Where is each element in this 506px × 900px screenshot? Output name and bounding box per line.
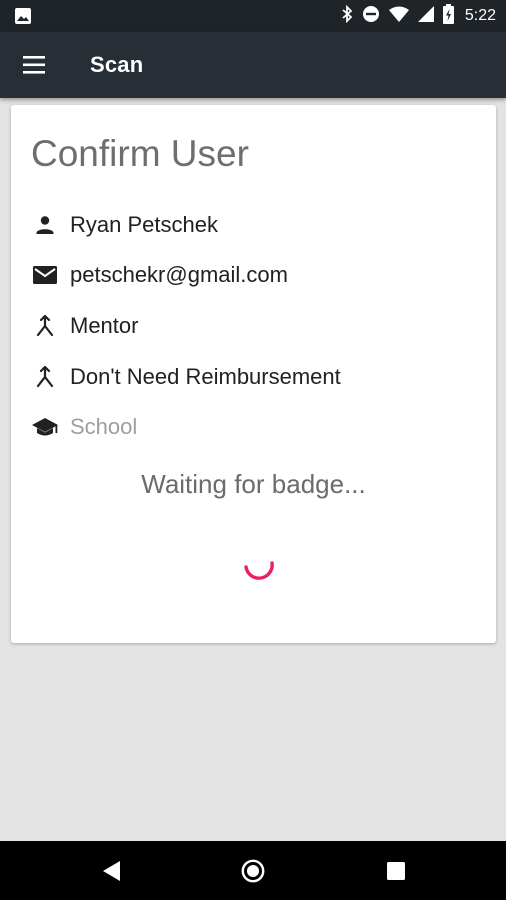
bluetooth-icon bbox=[341, 4, 353, 28]
user-name: Ryan Petschek bbox=[70, 212, 218, 237]
confirm-user-card: Confirm User Ryan Petschek petschekr@gma… bbox=[11, 105, 496, 643]
waiting-status-text: Waiting for badge... bbox=[141, 469, 366, 499]
detail-row-email: petschekr@gmail.com bbox=[31, 260, 288, 290]
detail-row-role: Mentor bbox=[31, 311, 138, 341]
app-bar-title: Scan bbox=[90, 52, 144, 77]
wifi-icon bbox=[388, 6, 409, 27]
status-time: 5:22 bbox=[464, 7, 496, 24]
recents-icon[interactable] bbox=[383, 858, 409, 884]
status-bar: 5:22 bbox=[0, 0, 506, 32]
user-reimbursement: Don't Need Reimbursement bbox=[70, 364, 341, 389]
status-icons: 5:22 bbox=[341, 0, 496, 32]
email-icon bbox=[31, 261, 59, 289]
loading-spinner bbox=[238, 541, 278, 581]
app-bar: Scan bbox=[0, 32, 506, 98]
detail-row-school: School bbox=[31, 412, 137, 442]
merge-icon bbox=[31, 312, 59, 340]
user-role: Mentor bbox=[70, 313, 139, 338]
card-title: Confirm User bbox=[31, 133, 249, 174]
user-email: petschekr@gmail.com bbox=[70, 262, 288, 287]
school-icon bbox=[31, 413, 59, 441]
navigation-bar bbox=[0, 841, 506, 900]
back-icon[interactable] bbox=[98, 858, 124, 884]
merge-icon bbox=[31, 363, 59, 391]
detail-row-name: Ryan Petschek bbox=[31, 210, 218, 240]
hamburger-menu-icon[interactable] bbox=[22, 53, 48, 77]
user-school: School bbox=[70, 414, 138, 439]
battery-charging-icon bbox=[442, 3, 454, 29]
home-icon[interactable] bbox=[240, 858, 266, 884]
person-icon bbox=[31, 211, 59, 239]
detail-row-reimbursement: Don't Need Reimbursement bbox=[31, 362, 341, 392]
image-icon bbox=[14, 7, 32, 30]
do-not-disturb-icon bbox=[362, 5, 380, 28]
signal-icon bbox=[417, 5, 434, 27]
